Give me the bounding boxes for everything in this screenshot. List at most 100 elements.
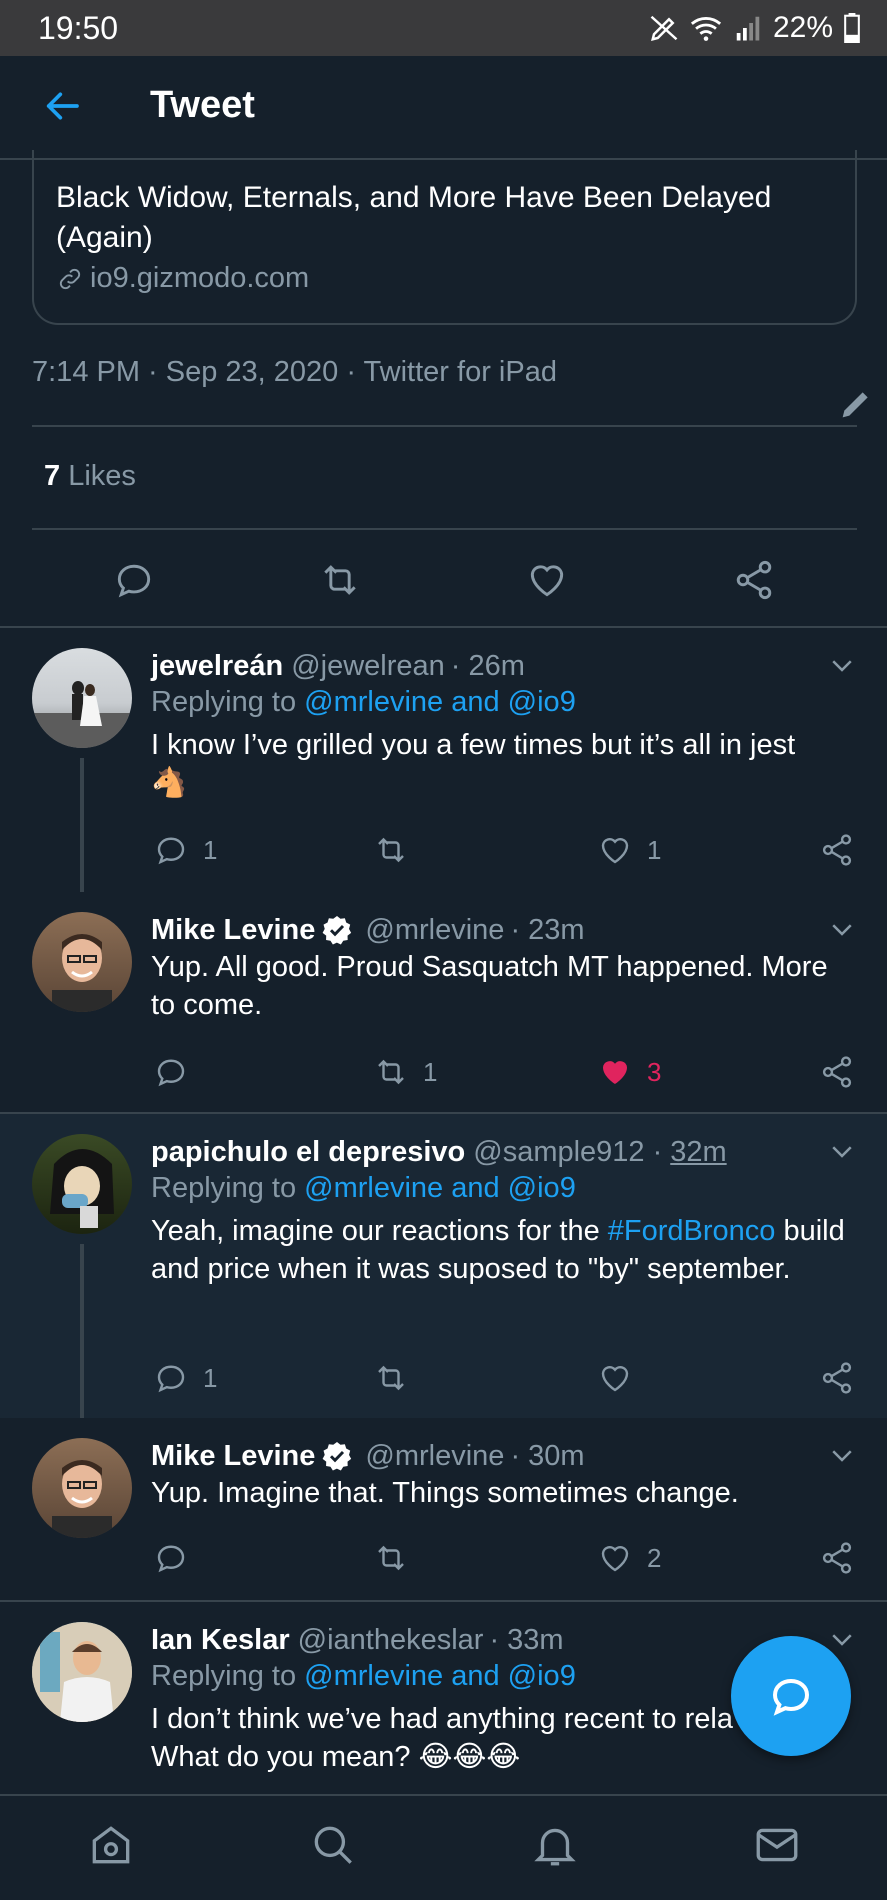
replying-to-label: Replying to bbox=[151, 1172, 305, 1204]
reply-tweet[interactable]: Mike Levine @mrlevine · 23m Yup. All goo… bbox=[0, 892, 887, 1112]
avatar[interactable] bbox=[32, 912, 132, 1012]
reply-count: 1 bbox=[203, 1362, 218, 1393]
link-icon bbox=[59, 268, 81, 289]
reply-actions: 1 1 bbox=[151, 832, 861, 872]
avatar[interactable] bbox=[32, 1438, 132, 1538]
author-handle: @mrlevine bbox=[365, 1440, 505, 1472]
link-card-domain: io9.gizmodo.com bbox=[90, 262, 310, 294]
replying-to-users[interactable]: @mrlevine and @io9 bbox=[304, 1660, 576, 1692]
back-arrow-icon[interactable] bbox=[42, 86, 82, 126]
avatar[interactable] bbox=[32, 1622, 132, 1722]
author-name[interactable]: Ian Keslar bbox=[151, 1622, 290, 1658]
share-button[interactable] bbox=[819, 1540, 855, 1576]
like-icon[interactable] bbox=[525, 558, 569, 602]
edit-pencil-icon[interactable] bbox=[836, 384, 876, 424]
author-name[interactable]: Mike Levine bbox=[151, 912, 315, 948]
top-bar: Tweet bbox=[0, 56, 887, 160]
retweet-icon bbox=[378, 1545, 404, 1571]
share-button[interactable] bbox=[819, 832, 855, 868]
battery-percent: 22% bbox=[772, 11, 833, 44]
share-button[interactable] bbox=[819, 1054, 855, 1090]
replying-to-users[interactable]: @mrlevine and @io9 bbox=[304, 686, 576, 718]
retweet-button[interactable] bbox=[373, 1360, 423, 1396]
status-icons: 22% bbox=[649, 11, 861, 45]
reply-icon bbox=[157, 1059, 185, 1087]
retweet-icon bbox=[378, 837, 404, 863]
tweet-text: Yup. All good. Proud Sasquatch MT happen… bbox=[151, 951, 828, 1021]
author-handle: @mrlevine bbox=[365, 914, 505, 946]
chevron-down-icon[interactable] bbox=[827, 1624, 857, 1654]
compose-reply-button[interactable] bbox=[731, 1636, 851, 1756]
share-icon bbox=[822, 1056, 852, 1088]
status-time: 19:50 bbox=[38, 9, 119, 46]
thread-line bbox=[80, 1244, 84, 1418]
replying-to: Replying to @mrlevine and @io9 bbox=[151, 1170, 857, 1206]
like-icon bbox=[601, 1546, 629, 1572]
reply-button[interactable]: 1 bbox=[153, 832, 217, 868]
likes-stat[interactable]: 7 Likes bbox=[44, 460, 136, 493]
signal-icon bbox=[736, 16, 760, 41]
retweet-icon[interactable] bbox=[318, 558, 362, 602]
search-icon[interactable] bbox=[308, 1820, 358, 1870]
thread-line bbox=[80, 758, 84, 892]
tweet-time: · 23m bbox=[510, 914, 585, 946]
retweet-button[interactable] bbox=[373, 1540, 423, 1576]
time-separator: · bbox=[652, 1136, 663, 1168]
like-icon bbox=[601, 838, 629, 864]
reply-icon bbox=[157, 1365, 185, 1393]
share-button[interactable] bbox=[819, 1360, 855, 1396]
share-icon bbox=[822, 1542, 852, 1574]
tweet-text: Yeah, imagine our reactions for the #For… bbox=[151, 1212, 857, 1288]
reply-tweet[interactable]: Mike Levine @mrlevine · 30m Yup. Imagine… bbox=[0, 1418, 887, 1600]
page-title: Tweet bbox=[150, 84, 255, 126]
avatar[interactable] bbox=[32, 648, 132, 748]
hashtag-link[interactable]: #FordBronco bbox=[608, 1215, 776, 1247]
reply-icon bbox=[157, 837, 185, 865]
share-icon[interactable] bbox=[732, 558, 776, 602]
chevron-down-icon[interactable] bbox=[827, 650, 857, 680]
reply-button[interactable] bbox=[153, 1054, 203, 1090]
tweet-text: Yup. Imagine that. Things sometimes chan… bbox=[151, 1477, 739, 1509]
notifications-bell-icon[interactable] bbox=[530, 1820, 580, 1870]
tweet-actions bbox=[0, 550, 887, 610]
reply-icon[interactable] bbox=[112, 558, 156, 602]
author-name[interactable]: jewelreán bbox=[151, 648, 283, 684]
pen-icon bbox=[650, 15, 678, 41]
tweet-time[interactable]: 32m bbox=[670, 1134, 726, 1170]
reply-actions: 2 bbox=[151, 1540, 861, 1580]
author-handle: @sample912 bbox=[473, 1136, 645, 1168]
replying-to-users[interactable]: @mrlevine and @io9 bbox=[304, 1172, 576, 1204]
link-card-domain-row: io9.gizmodo.com bbox=[56, 262, 833, 295]
link-card[interactable]: Black Widow, Eternals, and More Have Bee… bbox=[32, 150, 857, 325]
reply-tweet[interactable]: jewelreán @jewelrean · 26m Replying to @… bbox=[0, 628, 887, 892]
author-name[interactable]: Mike Levine bbox=[151, 1438, 315, 1474]
messages-mail-icon[interactable] bbox=[752, 1820, 802, 1870]
retweet-button[interactable] bbox=[373, 832, 423, 868]
like-icon bbox=[601, 1366, 629, 1392]
chevron-down-icon[interactable] bbox=[827, 1440, 857, 1470]
reply-tweet[interactable]: papichulo el depresivo @sample912 · 32m … bbox=[0, 1114, 887, 1418]
reply-button[interactable] bbox=[153, 1540, 203, 1576]
retweet-icon bbox=[378, 1059, 404, 1085]
retweet-button[interactable]: 1 bbox=[373, 1054, 437, 1090]
like-count: 2 bbox=[647, 1542, 662, 1573]
reply-button[interactable]: 1 bbox=[153, 1360, 217, 1396]
like-button[interactable]: 2 bbox=[597, 1540, 661, 1576]
share-icon bbox=[822, 1362, 852, 1394]
reply-actions: 1 bbox=[151, 1360, 861, 1400]
likes-count: 7 bbox=[44, 460, 61, 492]
chevron-down-icon[interactable] bbox=[827, 914, 857, 944]
chevron-down-icon[interactable] bbox=[827, 1136, 857, 1166]
link-card-title: Black Widow, Eternals, and More Have Bee… bbox=[56, 181, 772, 254]
status-bar: 19:50 22% bbox=[0, 0, 887, 56]
avatar[interactable] bbox=[32, 1134, 132, 1234]
like-button[interactable]: 1 bbox=[597, 832, 661, 868]
horse-emoji: 🐴 bbox=[151, 767, 188, 799]
like-count: 1 bbox=[647, 834, 662, 865]
home-icon[interactable] bbox=[86, 1820, 136, 1870]
reply-icon bbox=[157, 1545, 185, 1573]
like-button[interactable] bbox=[597, 1360, 647, 1396]
like-button[interactable]: 3 bbox=[597, 1054, 661, 1090]
retweet-count: 1 bbox=[423, 1056, 438, 1087]
author-name[interactable]: papichulo el depresivo bbox=[151, 1134, 465, 1170]
